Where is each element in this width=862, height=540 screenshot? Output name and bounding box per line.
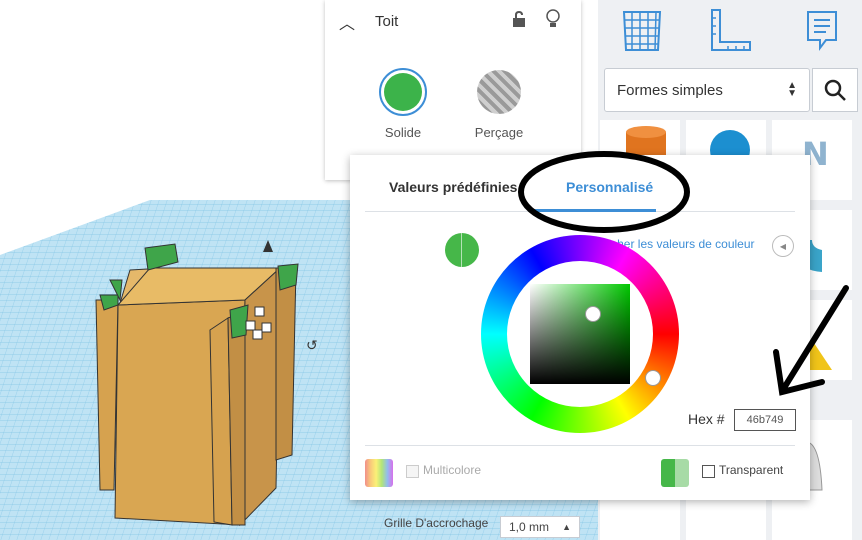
lightbulb-icon[interactable] <box>545 8 561 30</box>
hole-swatch[interactable] <box>477 70 521 114</box>
shape-tile-row[interactable] <box>686 500 766 540</box>
grid-snap-label: Grille D'accrochage <box>384 516 489 530</box>
active-tab-indicator <box>532 209 656 212</box>
roof-model[interactable] <box>95 243 299 527</box>
tab-custom[interactable]: Personnalisé <box>566 179 653 195</box>
select-arrows-icon: ▲ ▼ <box>787 80 797 99</box>
current-color-dot <box>445 233 479 267</box>
solid-label: Solide <box>384 125 422 140</box>
footer-divider <box>365 445 795 446</box>
hole-label: Perçage <box>474 125 524 140</box>
transparent-swatch[interactable] <box>661 459 689 487</box>
shape-name: Toit <box>375 13 399 30</box>
grid-icon[interactable] <box>618 6 666 54</box>
grid-snap-select[interactable]: 1,0 mm ▲ <box>500 516 580 538</box>
saturation-square[interactable] <box>530 284 630 384</box>
notes-icon[interactable] <box>798 6 846 54</box>
shape-inspector: ︿ Toit Solide Perçage <box>325 0 581 180</box>
unlock-icon[interactable] <box>511 10 527 28</box>
expand-values-button[interactable]: ◀ <box>772 235 794 257</box>
rotate-handle-icon[interactable]: ↺ <box>306 338 318 354</box>
hex-label: Hex # <box>688 411 725 427</box>
search-button[interactable] <box>812 68 858 112</box>
hue-cursor[interactable] <box>645 370 661 386</box>
shape-category-select[interactable]: Formes simples ▲ ▼ <box>604 68 810 112</box>
color-picker-popup: Valeurs prédéfinies Personnalisé Affiche… <box>350 155 810 500</box>
shape-tile-row[interactable] <box>600 500 680 540</box>
shape-category-value: Formes simples <box>617 81 723 99</box>
shape-tile-row[interactable] <box>772 500 852 540</box>
saturation-cursor[interactable] <box>585 306 601 322</box>
multicolor-label: Multicolore <box>423 463 482 477</box>
solid-color-dot <box>384 73 422 111</box>
tab-presets[interactable]: Valeurs prédéfinies <box>389 179 517 195</box>
solid-swatch[interactable] <box>379 68 427 116</box>
transparent-checkbox[interactable] <box>702 465 715 478</box>
grid-snap-value: 1,0 mm <box>509 520 550 534</box>
search-icon <box>824 79 846 101</box>
ruler-icon[interactable] <box>706 6 754 54</box>
transparent-label: Transparent <box>719 463 784 477</box>
caret-up-icon: ▲ <box>562 522 571 532</box>
hex-input[interactable]: 46b749 <box>734 409 796 431</box>
collapse-chevron-icon[interactable]: ︿ <box>339 10 355 34</box>
multicolor-checkbox[interactable] <box>406 465 419 478</box>
multicolor-swatch[interactable] <box>365 459 393 487</box>
